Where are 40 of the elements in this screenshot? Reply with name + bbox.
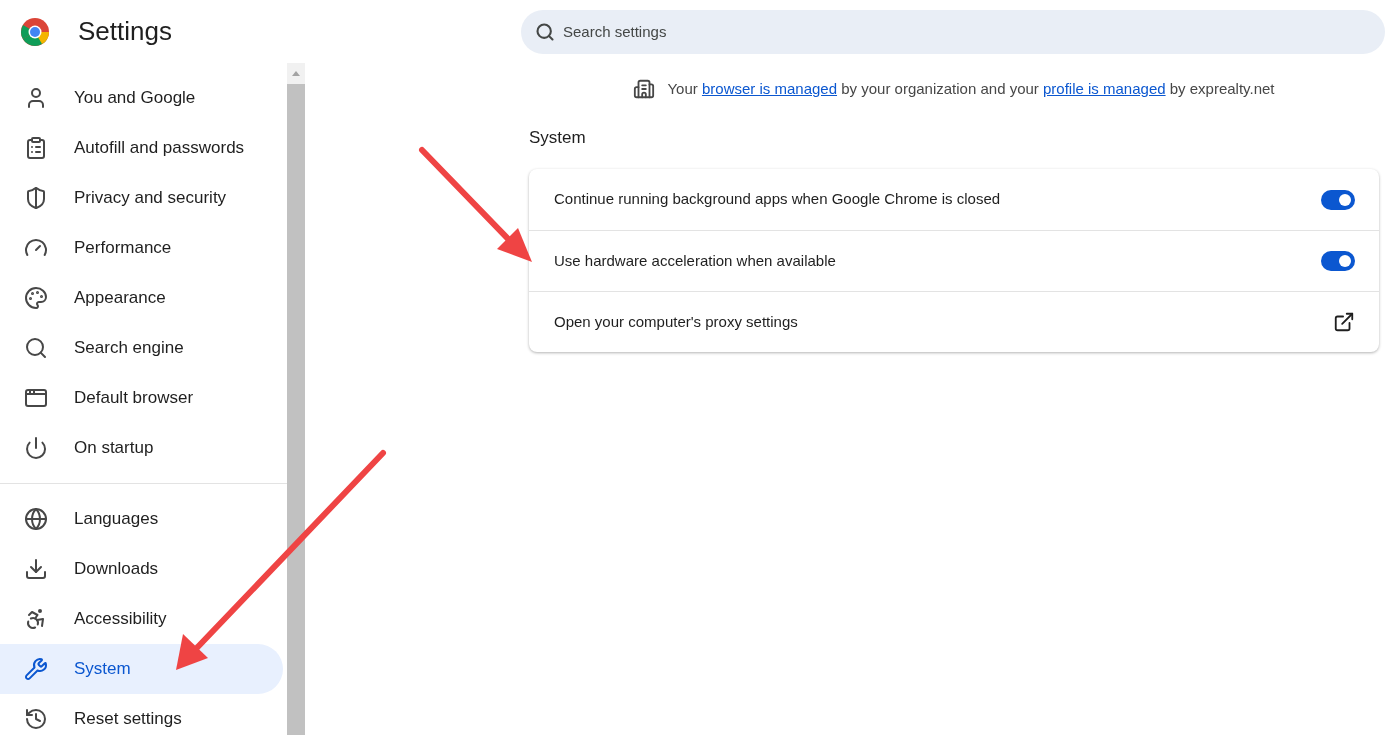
setting-label: Open your computer's proxy settings [554, 311, 798, 332]
sidebar-item[interactable]: Languages [0, 494, 283, 544]
sidebar-item[interactable]: Reset settings [0, 694, 283, 735]
sidebar-item[interactable]: Default browser [0, 373, 283, 423]
sidebar-item[interactable]: Autofill and passwords [0, 123, 283, 173]
toggle-switch[interactable] [1321, 189, 1355, 210]
sidebar-item[interactable]: You and Google [0, 73, 283, 123]
toggle-switch[interactable] [1321, 251, 1355, 271]
history-icon [24, 707, 48, 731]
managed-link[interactable]: profile is managed [1043, 80, 1166, 97]
search-icon [24, 336, 48, 360]
power-icon [24, 436, 48, 460]
sidebar-item[interactable]: Accessibility [0, 594, 283, 644]
building-icon [633, 78, 656, 101]
shield-icon [24, 186, 48, 210]
search-field[interactable]: Search settings [521, 9, 1385, 54]
search-icon [535, 21, 555, 42]
sidebar-item[interactable]: Appearance [0, 273, 283, 323]
section-heading: System [529, 126, 587, 149]
sidebar-item[interactable]: Performance [0, 223, 283, 273]
scroll-up-icon [292, 71, 300, 76]
clipboard-icon [24, 136, 48, 160]
wrench-icon [24, 657, 48, 681]
sidebar-item[interactable]: Downloads [0, 544, 283, 594]
sidebar-item[interactable]: Search engine [0, 323, 283, 373]
sidebar-item[interactable]: Privacy and security [0, 173, 283, 223]
managed-notice: Your browser is managed by your organization and your profile is managed by exprealty.net [529, 78, 1379, 101]
page-title: Settings [78, 15, 172, 48]
scrollbar[interactable] [287, 63, 305, 735]
download-icon [24, 557, 48, 581]
setting-label: Continue running background apps when Google Chrome is closed [554, 189, 1001, 210]
external-link-icon[interactable] [1333, 311, 1355, 333]
globe-icon [24, 507, 48, 531]
setting-label: Use hardware acceleration when available [554, 250, 836, 271]
window-icon [24, 386, 48, 410]
palette-icon [24, 286, 48, 310]
sidebar-item[interactable]: On startup [0, 423, 283, 473]
sidebar-item[interactable]: System [0, 644, 283, 694]
browser-logo-icon [20, 16, 50, 47]
managed-link[interactable]: browser is managed [701, 80, 838, 97]
